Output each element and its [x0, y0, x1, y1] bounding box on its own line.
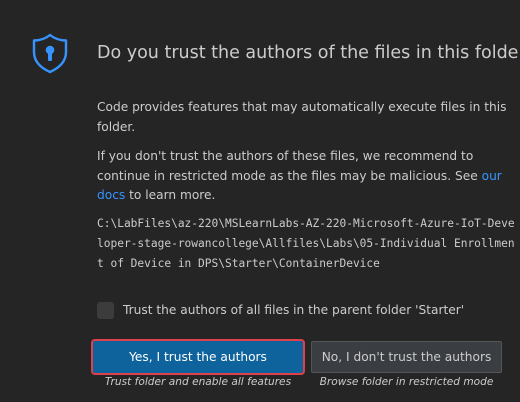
parent-folder-trust-label[interactable]: Trust the authors of all files in the pa…: [123, 303, 464, 317]
workspace-trust-dialog: Do you trust the authors of the files in…: [0, 0, 520, 402]
dont-trust-button-hint: Browse folder in restricted mode: [319, 376, 494, 388]
folder-path: C:\LabFiles\az-220\MSLearnLabs-AZ-220-Mi…: [97, 217, 515, 270]
dont-trust-authors-button[interactable]: No, I don't trust the authors: [311, 341, 502, 373]
dialog-title: Do you trust the authors of the files in…: [97, 43, 520, 63]
parent-folder-trust-checkbox[interactable]: [97, 301, 114, 319]
shield-keyhole-icon: [32, 33, 68, 74]
learn-more-text: to learn more.: [125, 188, 216, 202]
restricted-mode-description: If you don't trust the authors of these …: [97, 147, 512, 206]
parent-folder-trust-option[interactable]: Trust the authors of all files in the pa…: [97, 300, 464, 320]
features-description: Code provides features that may automati…: [97, 100, 507, 134]
restricted-mode-text: If you don't trust the authors of these …: [97, 149, 482, 183]
trust-authors-button[interactable]: Yes, I trust the authors: [91, 339, 305, 375]
trust-button-hint: Trust folder and enable all features: [104, 376, 292, 388]
